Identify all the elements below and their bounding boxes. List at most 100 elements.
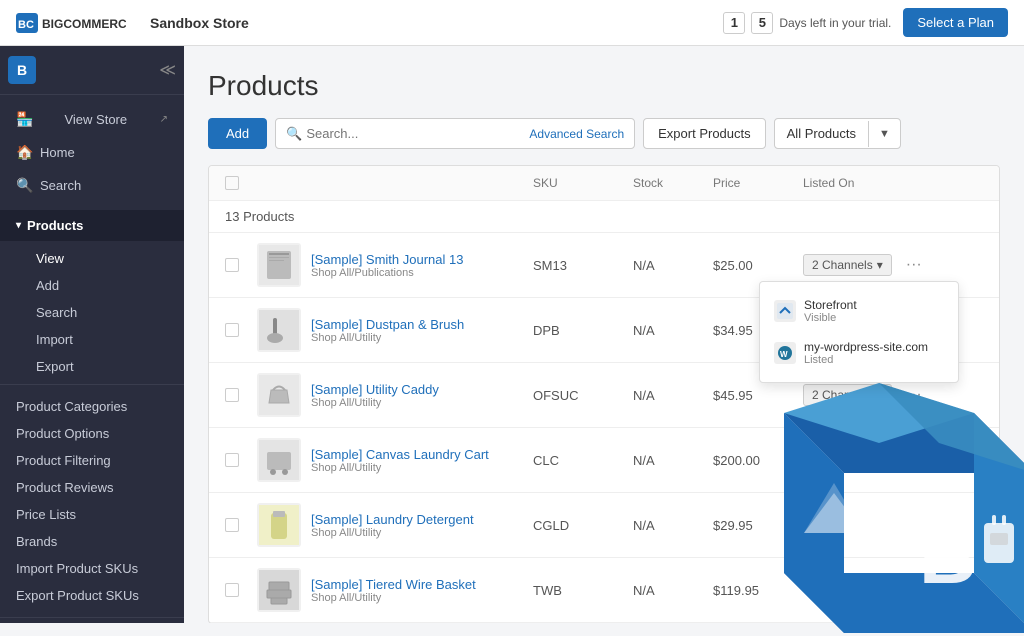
main-content: Products Add 🔍 Advanced Search Export Pr… xyxy=(184,46,1024,623)
sidebar-item-search-products[interactable]: Search xyxy=(0,299,184,326)
table-row: [Sample] Tiered Wire Basket Shop All/Uti… xyxy=(209,558,999,623)
product-name[interactable]: [Sample] Utility Caddy xyxy=(311,382,533,397)
collapse-button[interactable]: ≪ xyxy=(159,60,176,80)
products-header[interactable]: ▾ Products xyxy=(0,210,184,241)
row-checkbox[interactable] xyxy=(225,518,239,532)
dropdown-storefront-status: Visible xyxy=(804,312,857,324)
sidebar-item-search[interactable]: 🔍 Search xyxy=(0,169,184,202)
sidebar-item-home[interactable]: 🏠 Home xyxy=(0,136,184,169)
trial-day-2: 5 xyxy=(751,12,773,34)
product-stock: N/A xyxy=(633,518,713,533)
chevron-icon: ▾ xyxy=(16,220,21,231)
table-row: [Sample] Canvas Laundry Cart Shop All/Ut… xyxy=(209,428,999,493)
select-plan-button[interactable]: Select a Plan xyxy=(903,8,1008,37)
col-header-stock: Stock xyxy=(633,176,713,190)
sidebar-item-product-categories[interactable]: Product Categories xyxy=(0,393,184,420)
products-section-label: Products xyxy=(27,218,83,233)
row-checkbox[interactable] xyxy=(225,258,239,272)
search-wrapper: 🔍 Advanced Search xyxy=(275,118,635,149)
product-thumbnail xyxy=(257,503,301,547)
product-price: $119.95 xyxy=(713,583,803,598)
sidebar-item-product-filtering[interactable]: Product Filtering xyxy=(0,447,184,474)
product-stock: N/A xyxy=(633,323,713,338)
table-header: SKU Stock Price Listed On xyxy=(209,166,999,201)
sidebar-item-brands[interactable]: Brands xyxy=(0,528,184,555)
product-stock: N/A xyxy=(633,258,713,273)
home-icon: 🏠 xyxy=(16,144,32,161)
filter-label: All Products xyxy=(775,119,868,148)
search-icon: 🔍 xyxy=(16,177,32,194)
channels-button[interactable]: 2 Channels ▾ xyxy=(803,384,892,406)
product-name[interactable]: [Sample] Smith Journal 13 xyxy=(311,252,533,267)
filter-arrow-icon[interactable]: ▼ xyxy=(868,121,900,147)
sidebar-item-import[interactable]: Import xyxy=(0,326,184,353)
brand-icon: B xyxy=(8,56,36,84)
products-sub-section: Product Categories Product Options Produ… xyxy=(0,384,184,617)
layout: B ≪ 🏪 View Store ↗ 🏠 Home 🔍 Search ▾ Pro… xyxy=(0,46,1024,623)
trial-label: Days left in your trial. xyxy=(779,16,891,30)
search-icon: 🔍 xyxy=(286,126,302,142)
products-count: 13 Products xyxy=(209,201,999,233)
sidebar-item-product-options[interactable]: Product Options xyxy=(0,420,184,447)
external-link-icon: ↗ xyxy=(160,114,168,125)
product-info: [Sample] Canvas Laundry Cart Shop All/Ut… xyxy=(311,447,533,474)
topbar: BC BIGCOMMERCE Sandbox Store 1 5 Days le… xyxy=(0,0,1024,46)
product-thumbnail xyxy=(257,373,301,417)
export-products-button[interactable]: Export Products xyxy=(643,118,766,149)
product-price: $29.95 xyxy=(713,518,803,533)
trial-day-1: 1 xyxy=(723,12,745,34)
sidebar-item-export-skus[interactable]: Export Product SKUs xyxy=(0,582,184,609)
nav-view-store-label: View Store xyxy=(64,112,127,127)
product-price: $25.00 xyxy=(713,258,803,273)
product-name[interactable]: [Sample] Dustpan & Brush xyxy=(311,317,533,332)
product-sub: Shop All/Utility xyxy=(311,397,533,409)
sidebar-item-price-lists[interactable]: Price Lists xyxy=(0,501,184,528)
product-sku: TWB xyxy=(533,583,633,598)
product-info: [Sample] Utility Caddy Shop All/Utility xyxy=(311,382,533,409)
product-name[interactable]: [Sample] Canvas Laundry Cart xyxy=(311,447,533,462)
product-stock: N/A xyxy=(633,453,713,468)
sidebar-item-add[interactable]: Add xyxy=(0,272,184,299)
more-options-button[interactable]: ··· xyxy=(906,256,922,274)
product-thumbnail xyxy=(257,308,301,352)
row-checkbox[interactable] xyxy=(225,453,239,467)
row-checkbox[interactable] xyxy=(225,583,239,597)
select-all-checkbox[interactable] xyxy=(225,176,239,190)
channels-button[interactable]: 2 Channels ▾ xyxy=(803,254,892,276)
sidebar-item-export[interactable]: Export xyxy=(0,353,184,380)
product-name[interactable]: [Sample] Tiered Wire Basket xyxy=(311,577,533,592)
more-options-button[interactable]: ··· xyxy=(906,386,922,404)
row-checkbox[interactable] xyxy=(225,388,239,402)
product-sub: Shop All/Utility xyxy=(311,592,533,604)
product-name[interactable]: [Sample] Laundry Detergent xyxy=(311,512,533,527)
dropdown-item-text: Storefront Visible xyxy=(804,298,857,324)
toolbar: Add 🔍 Advanced Search Export Products Al… xyxy=(208,118,1000,149)
sidebar-item-view-store[interactable]: 🏪 View Store ↗ xyxy=(0,103,184,136)
product-sub: Shop All/Publications xyxy=(311,267,533,279)
sidebar-item-import-skus[interactable]: Import Product SKUs xyxy=(0,555,184,582)
row-checkbox[interactable] xyxy=(225,323,239,337)
products-sub: View Add Search Import Export xyxy=(0,241,184,384)
product-info: [Sample] Laundry Detergent Shop All/Util… xyxy=(311,512,533,539)
storefront-icon xyxy=(774,300,796,322)
dropdown-item-text-wp: my-wordpress-site.com Listed xyxy=(804,340,928,366)
svg-text:W: W xyxy=(780,350,788,359)
channels-label: 2 Channels xyxy=(812,258,873,272)
filter-group: All Products ▼ xyxy=(774,118,901,149)
sidebar-brand: B xyxy=(8,56,36,84)
table-row: [Sample] Laundry Detergent Shop All/Util… xyxy=(209,493,999,558)
product-sub: Shop All/Utility xyxy=(311,332,533,344)
product-sub: Shop All/Utility xyxy=(311,527,533,539)
search-input[interactable] xyxy=(302,119,523,148)
nav-search-label: Search xyxy=(40,178,81,193)
product-sub: Shop All/Utility xyxy=(311,462,533,474)
sidebar-top: B ≪ xyxy=(0,46,184,95)
add-button[interactable]: Add xyxy=(208,118,267,149)
products-table: SKU Stock Price Listed On 13 Products [S… xyxy=(208,165,1000,623)
sidebar-item-view[interactable]: View xyxy=(0,245,184,272)
dropdown-storefront-name: Storefront xyxy=(804,298,857,312)
sidebar-item-product-reviews[interactable]: Product Reviews xyxy=(0,474,184,501)
channels-arrow-icon: ▾ xyxy=(877,258,883,272)
advanced-search-link[interactable]: Advanced Search xyxy=(529,127,624,141)
product-listed: 2 Channels ▾ ··· xyxy=(803,384,983,406)
